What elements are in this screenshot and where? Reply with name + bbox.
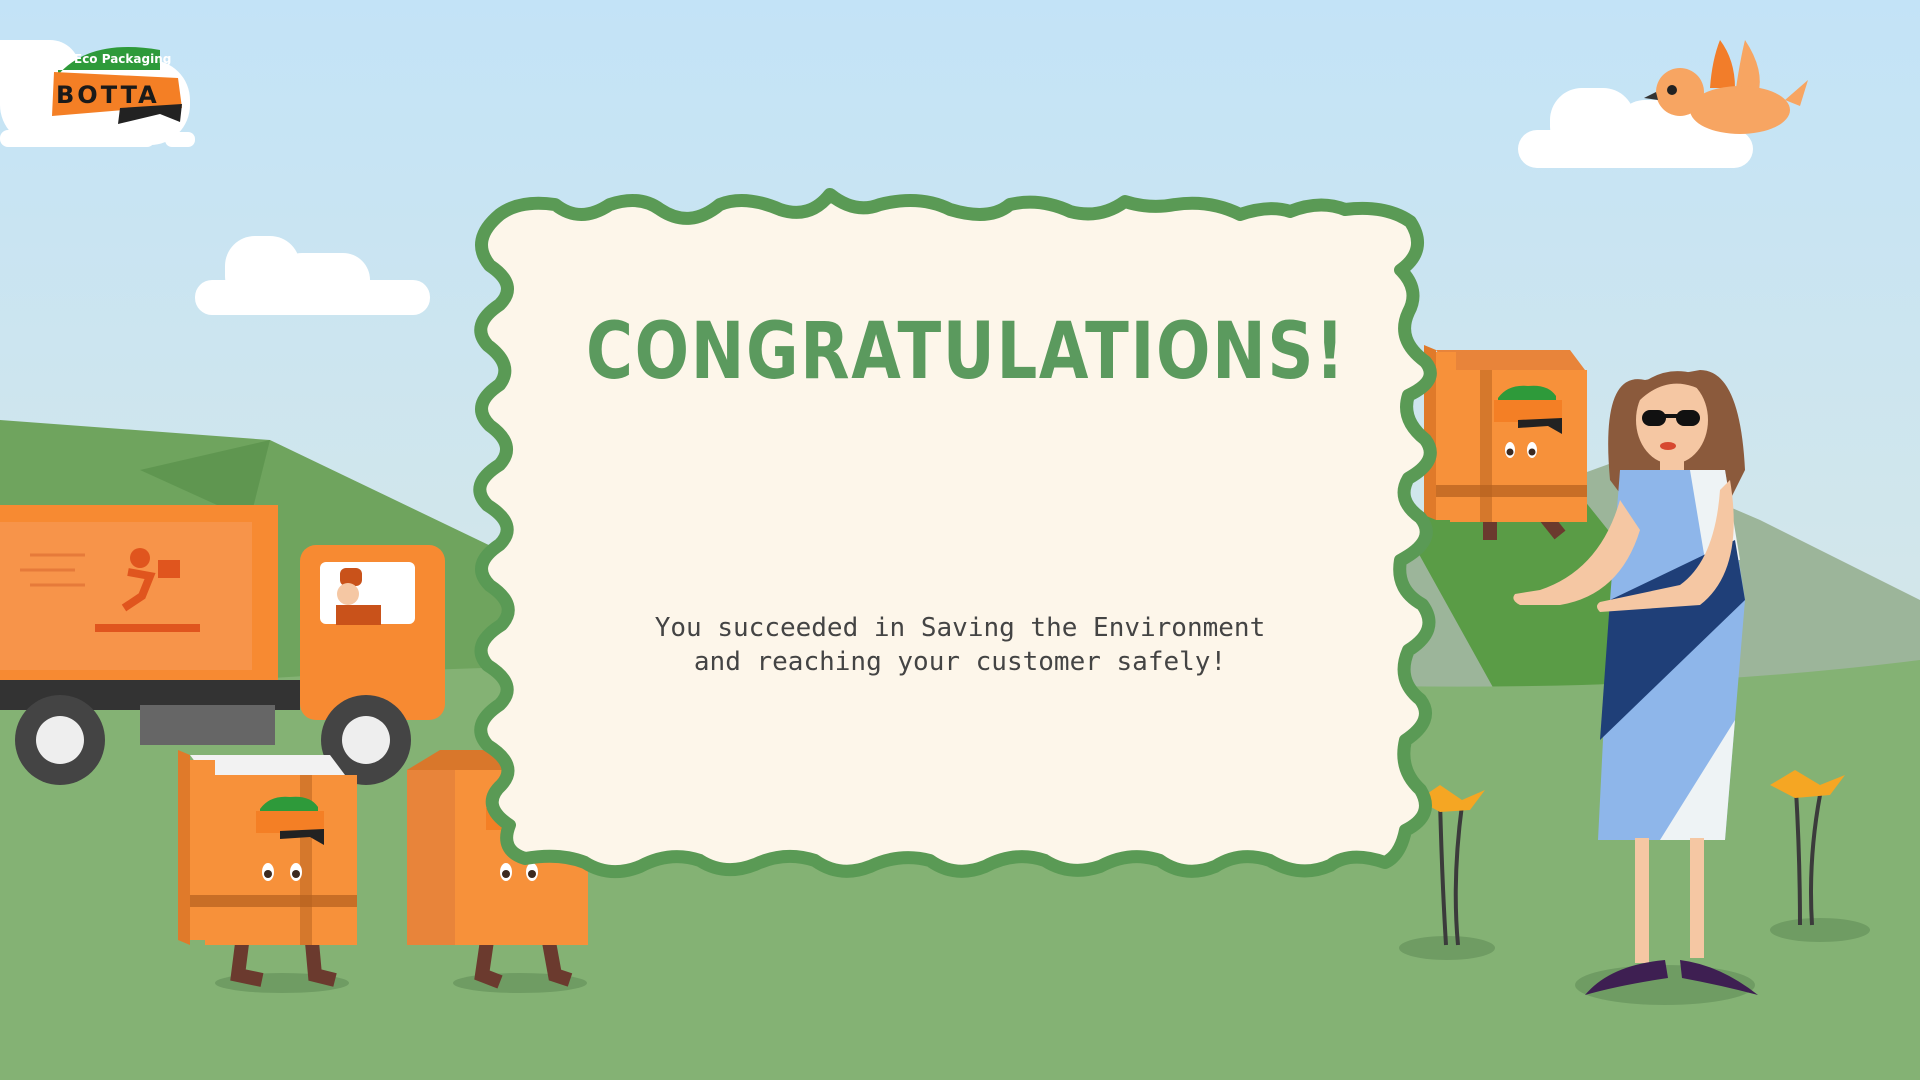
box-character-held <box>1424 345 1587 540</box>
dialog-title: CONGRATULATIONS! <box>586 307 1346 397</box>
logo-name: BOTTA <box>56 81 160 109</box>
dialog-fill-edge <box>474 189 1436 878</box>
dialog-message-line-1: You succeeded in Saving the Environment <box>655 613 1265 643</box>
logo-tagline: Eco Packaging <box>74 52 171 66</box>
dialog-message-line-2: and reaching your customer safely! <box>694 647 1226 677</box>
game-scene: Eco Packaging BOTTA CONGRATULATIONS! You… <box>0 0 1920 1080</box>
congratulations-dialog: CONGRATULATIONS! You succeeded in Saving… <box>473 188 1437 879</box>
delivery-truck <box>0 505 445 785</box>
